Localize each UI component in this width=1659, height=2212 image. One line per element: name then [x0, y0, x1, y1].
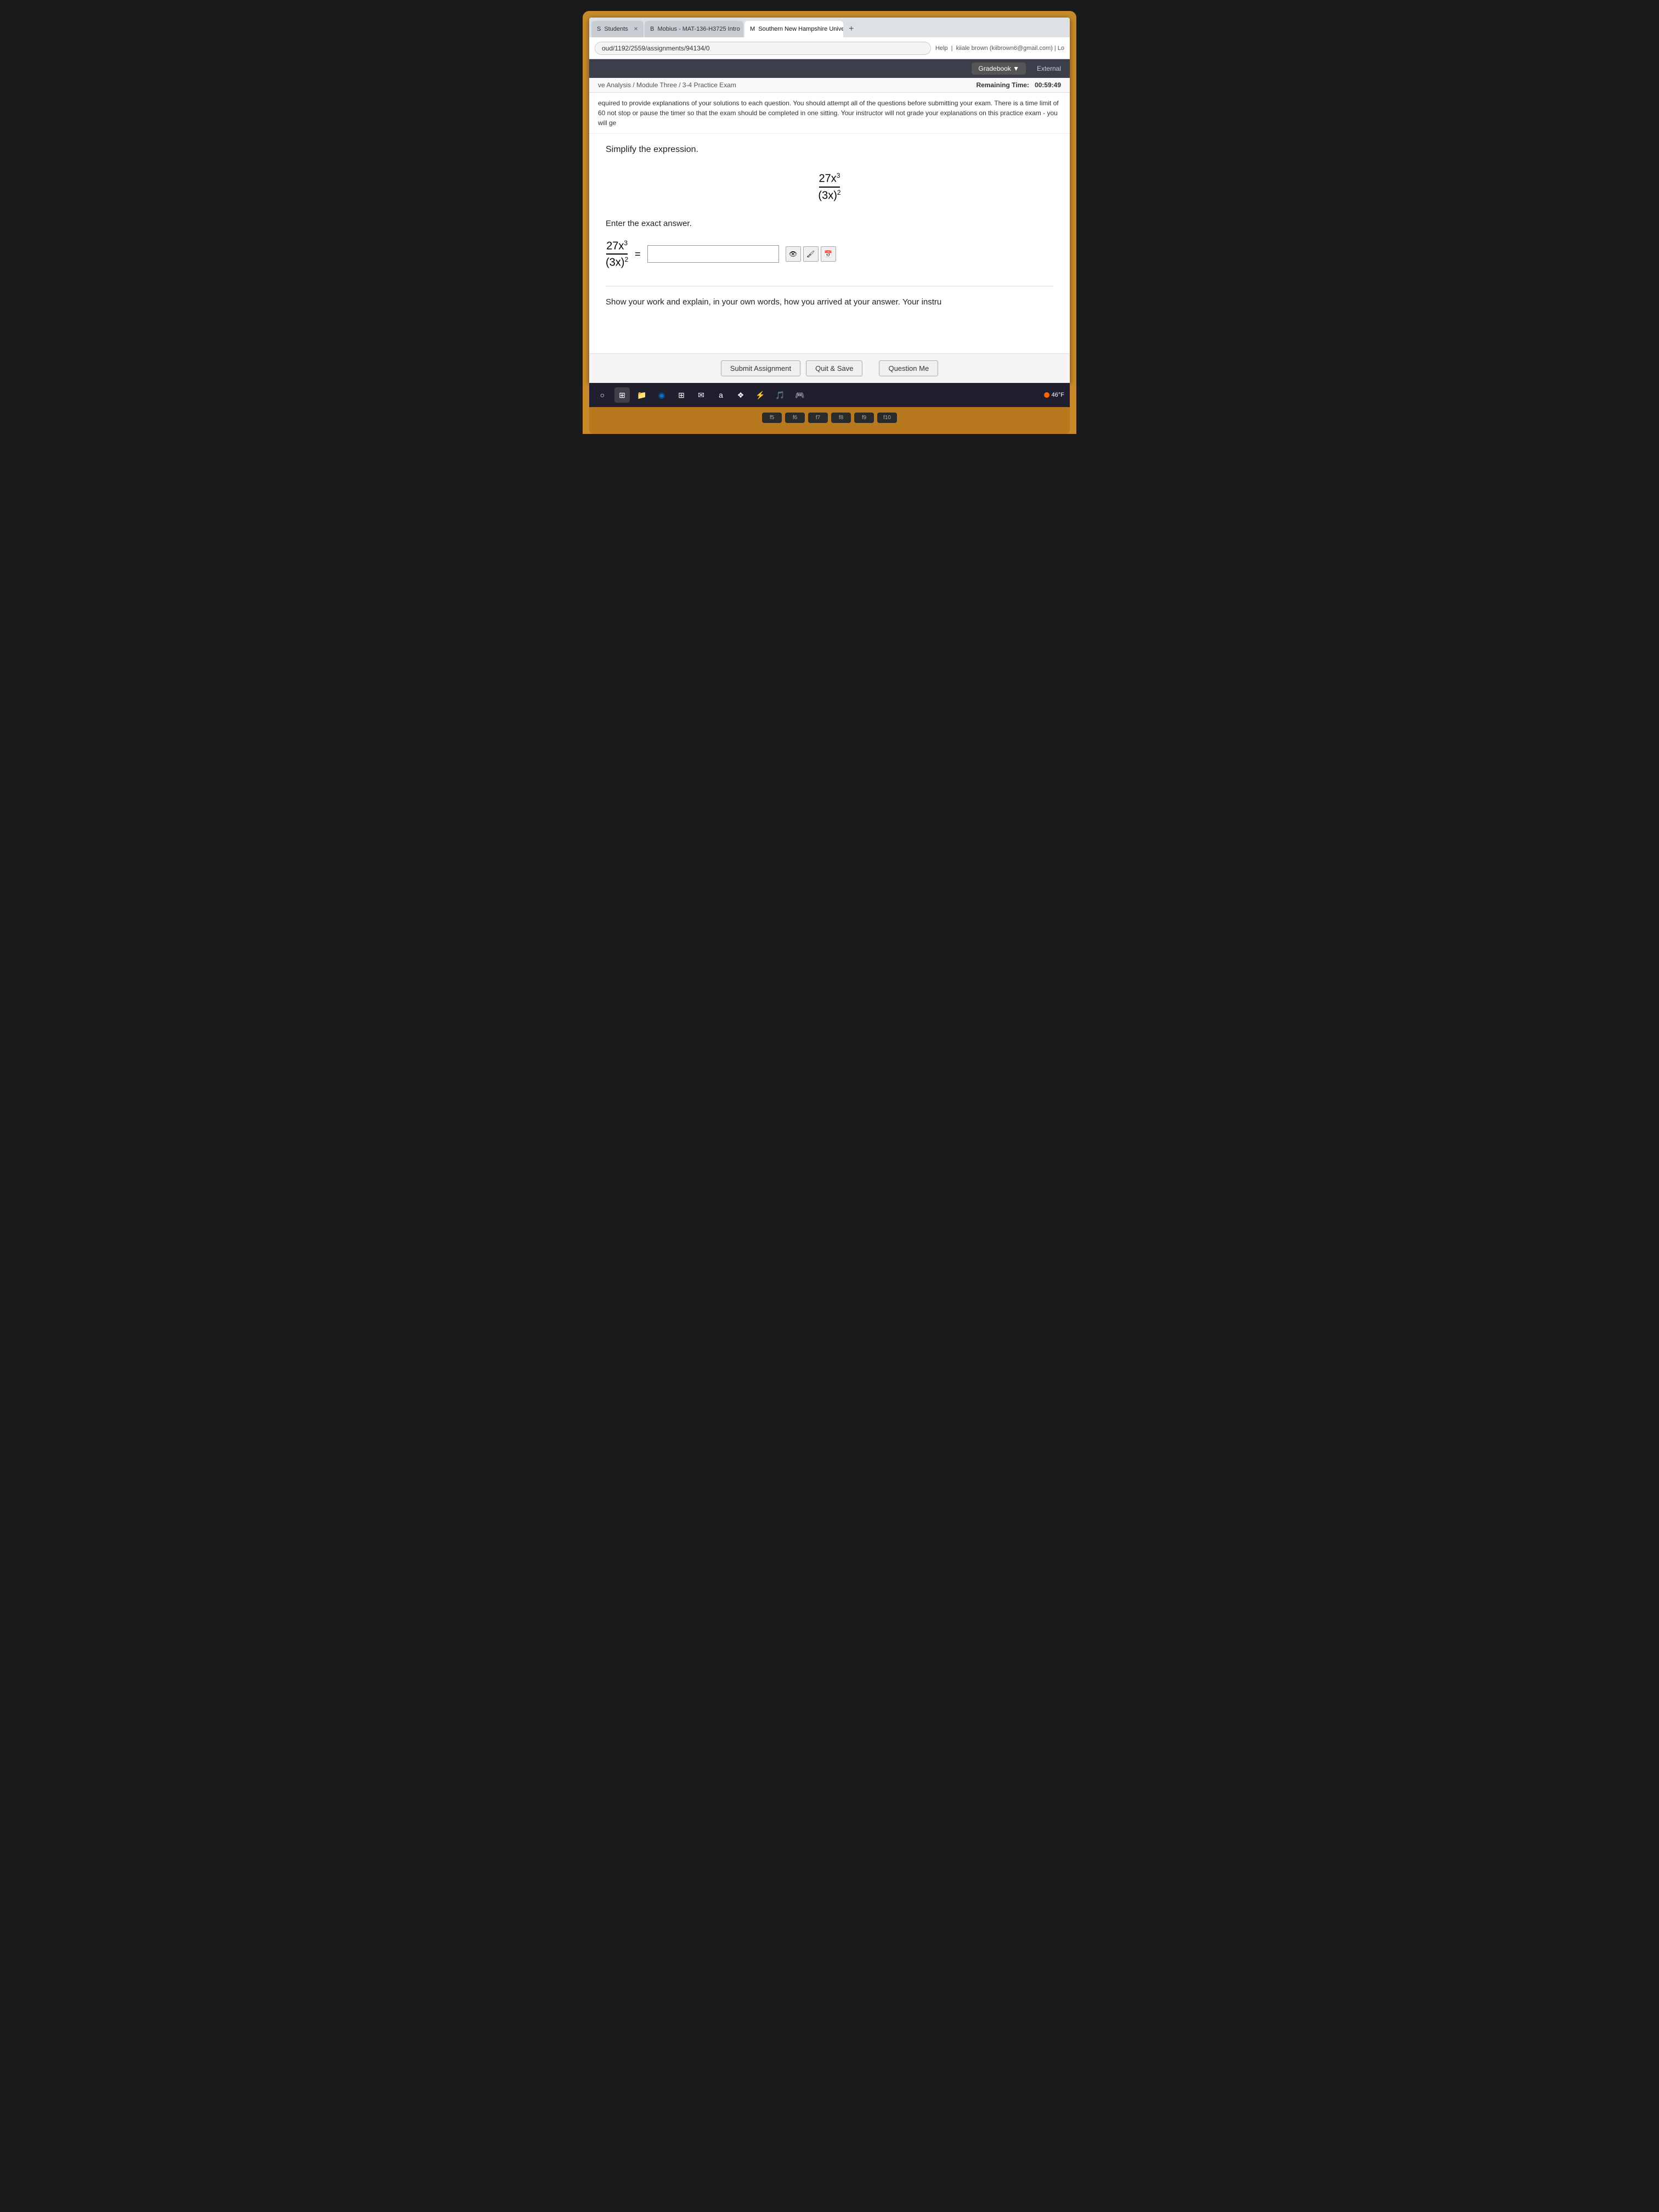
help-text[interactable]: Help	[935, 45, 948, 52]
url-input[interactable]: oud/1192/2559/assignments/94134/0	[595, 42, 931, 55]
students-tab-close[interactable]: ✕	[634, 26, 638, 32]
math-expression-display: 27x3 (3x)2	[606, 171, 1053, 202]
tab-snhu[interactable]: M Southern New Hampshire Univer ✕	[744, 21, 843, 37]
main-content: Simplify the expression. 27x3 (3x)2 Ente…	[589, 134, 1070, 353]
remaining-time-value: 00:59:49	[1035, 81, 1061, 89]
user-text: kiiale brown (kiibrown6@gmail.com) | Lo	[956, 45, 1064, 52]
question-me-button[interactable]: Question Me	[879, 360, 938, 376]
math-btn-3[interactable]: 📅	[821, 246, 836, 262]
answer-label-fraction: 27x3 (3x)2	[606, 239, 628, 269]
students-tab-icon: S	[597, 26, 601, 32]
tabs-bar: S Students ✕ B Mobius - MAT-136-H3725 In…	[589, 18, 1070, 37]
new-tab-button[interactable]: +	[844, 21, 858, 37]
fraction-denominator: (3x)2	[818, 188, 840, 202]
taskbar-app2-icon[interactable]: 🎮	[792, 387, 808, 403]
key-f6[interactable]: f6	[785, 413, 805, 423]
key-f8[interactable]: f8	[831, 413, 851, 423]
show-work-label: Show your work and explain, in your own …	[606, 297, 900, 307]
taskbar-right: 46°F	[1044, 392, 1064, 398]
math-btn-1[interactable]: 👁	[786, 246, 801, 262]
taskbar-store-icon[interactable]: ⊞	[674, 387, 689, 403]
quit-save-button[interactable]: Quit & Save	[806, 360, 862, 376]
instructions-text: equired to provide explanations of your …	[589, 93, 1070, 134]
submit-assignment-button[interactable]: Submit Assignment	[721, 360, 800, 376]
key-f5[interactable]: f5	[762, 413, 782, 423]
taskbar-grid-icon[interactable]: ⊞	[614, 387, 630, 403]
taskbar: ○ ⊞ 📁 ◉ ⊞ ✉ a ❖ ⚡ 🎵 🎮 46°F	[589, 383, 1070, 407]
answer-prompt: Enter the exact answer.	[606, 219, 1053, 228]
address-bar: oud/1192/2559/assignments/94134/0 Help |…	[589, 37, 1070, 59]
user-info: Help | kiiale brown (kiibrown6@gmail.com…	[935, 45, 1064, 52]
app-header: Gradebook ▼ External	[589, 59, 1070, 78]
show-work-suffix: Your instru	[902, 297, 941, 307]
taskbar-app1-icon[interactable]: 🎵	[772, 387, 788, 403]
equals-sign: =	[635, 249, 641, 260]
keyboard-area: f5 f6 f7 f8 f9 f10	[589, 407, 1070, 434]
tab-students[interactable]: S Students ✕	[591, 21, 644, 37]
answer-row: 27x3 (3x)2 = 👁 🖌 📅	[606, 239, 1053, 269]
taskbar-folder-icon[interactable]: 📁	[634, 387, 650, 403]
fraction-numerator: 27x3	[819, 172, 840, 188]
tab-mobius[interactable]: B Mobius - MAT-136-H3725 Intro ✕	[645, 21, 743, 37]
instructions-content: equired to provide explanations of your …	[598, 99, 1059, 127]
answer-label-denominator: (3x)2	[606, 255, 628, 269]
taskbar-mail-icon[interactable]: ✉	[693, 387, 709, 403]
breadcrumb-item-2[interactable]: 3-4 Practice Exam	[682, 81, 736, 89]
answer-input[interactable]	[647, 245, 779, 263]
math-btn-2[interactable]: 🖌	[803, 246, 819, 262]
temp-dot	[1044, 392, 1049, 398]
temperature-display: 46°F	[1044, 392, 1064, 398]
mobius-tab-label: Mobius - MAT-136-H3725 Intro	[658, 26, 740, 32]
taskbar-edge-icon[interactable]: ◉	[654, 387, 669, 403]
snhu-tab-label: Southern New Hampshire Univer	[758, 26, 843, 32]
temperature-value: 46°F	[1052, 392, 1064, 398]
answer-label-numerator: 27x3	[606, 239, 628, 255]
taskbar-bolt-icon[interactable]: ⚡	[753, 387, 768, 403]
breadcrumb-bar: ve Analysis / Module Three / 3-4 Practic…	[589, 78, 1070, 93]
breadcrumb: ve Analysis / Module Three / 3-4 Practic…	[598, 81, 736, 89]
math-toolbar: 👁 🖌 📅	[786, 246, 836, 262]
breadcrumb-item-0[interactable]: ve Analysis	[598, 81, 631, 89]
taskbar-dropbox-icon[interactable]: ❖	[733, 387, 748, 403]
key-f7[interactable]: f7	[808, 413, 828, 423]
taskbar-search-icon[interactable]: ○	[595, 387, 610, 403]
key-f9[interactable]: f9	[854, 413, 874, 423]
breadcrumb-item-1[interactable]: Module Three	[636, 81, 677, 89]
breadcrumb-sep-1: /	[679, 81, 682, 89]
show-work-text: Show your work and explain, in your own …	[606, 297, 941, 307]
snhu-tab-icon: M	[750, 26, 755, 32]
mobius-tab-icon: B	[650, 26, 654, 32]
math-fraction: 27x3 (3x)2	[818, 172, 840, 202]
show-work-section: Show your work and explain, in your own …	[606, 286, 1053, 307]
gradebook-button[interactable]: Gradebook ▼	[972, 63, 1026, 75]
key-f10[interactable]: f10	[877, 413, 897, 423]
students-tab-label: Students	[604, 26, 628, 32]
taskbar-a-icon[interactable]: a	[713, 387, 729, 403]
question-prompt: Simplify the expression.	[606, 145, 1053, 155]
remaining-time-label: Remaining Time:	[976, 81, 1029, 89]
external-button[interactable]: External	[1037, 65, 1061, 72]
remaining-time: Remaining Time: 00:59:49	[976, 81, 1061, 89]
footer-buttons: Submit Assignment Quit & Save Question M…	[589, 353, 1070, 383]
